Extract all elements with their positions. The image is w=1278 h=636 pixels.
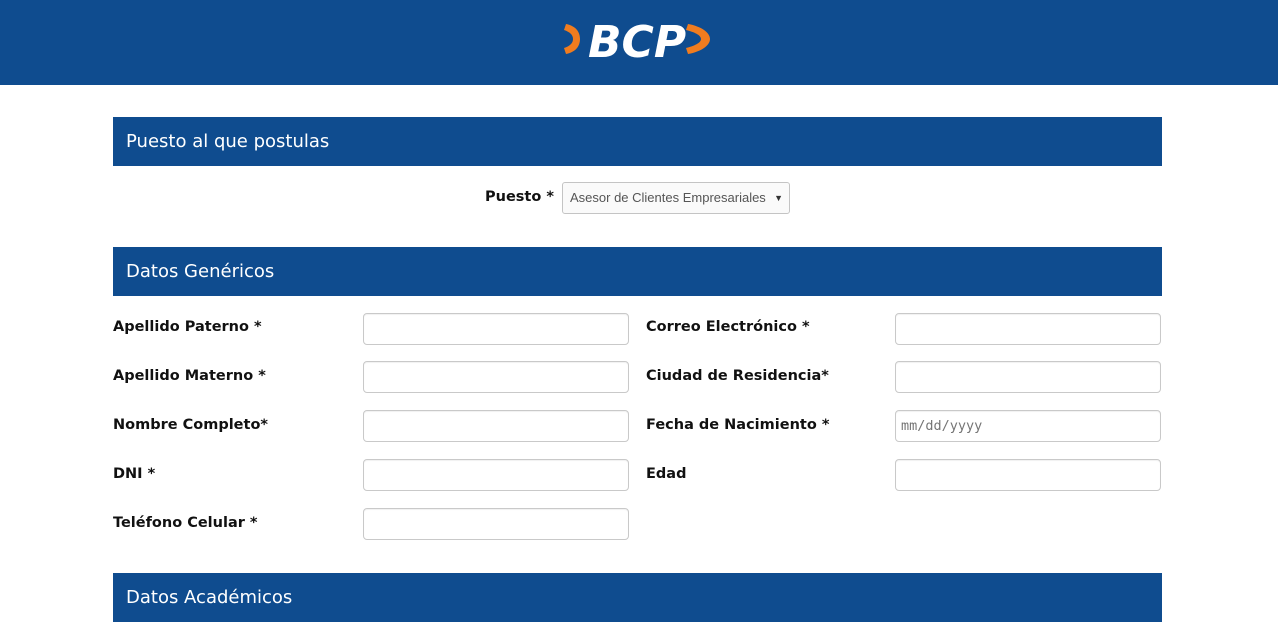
puesto-select[interactable]: Asesor de Clientes Empresariales ▼ [562,182,790,214]
section-header-datos-genericos: Datos Genéricos [113,247,1162,296]
logo-text: BCP [588,17,686,62]
top-header-bar: BCP [0,0,1278,85]
bcp-logo-icon: BCP [564,17,710,62]
telefono-celular-label: Teléfono Celular * [113,515,258,531]
ciudad-residencia-input[interactable] [895,361,1161,393]
ciudad-residencia-label: Ciudad de Residencia* [646,368,829,384]
apellido-materno-label: Apellido Materno * [113,368,266,384]
edad-input[interactable] [895,459,1161,491]
fecha-nacimiento-label: Fecha de Nacimiento * [646,417,830,433]
puesto-selected-value: Asesor de Clientes Empresariales [570,190,766,205]
dni-input[interactable] [363,459,629,491]
telefono-celular-input[interactable] [363,508,629,540]
correo-electronico-input[interactable] [895,313,1161,345]
caret-down-icon: ▼ [774,193,783,203]
nombre-completo-label: Nombre Completo* [113,417,268,433]
apellido-paterno-label: Apellido Paterno * [113,319,262,335]
apellido-paterno-input[interactable] [363,313,629,345]
section-header-datos-academicos: Datos Académicos [113,573,1162,622]
nombre-completo-input[interactable] [363,410,629,442]
correo-electronico-label: Correo Electrónico * [646,319,810,335]
puesto-label: Puesto * [485,189,554,205]
fecha-nacimiento-input[interactable] [895,410,1161,442]
edad-label: Edad [646,466,687,482]
dni-label: DNI * [113,466,156,482]
apellido-materno-input[interactable] [363,361,629,393]
bcp-logo[interactable]: BCP [562,16,714,62]
section-header-puesto: Puesto al que postulas [113,117,1162,166]
